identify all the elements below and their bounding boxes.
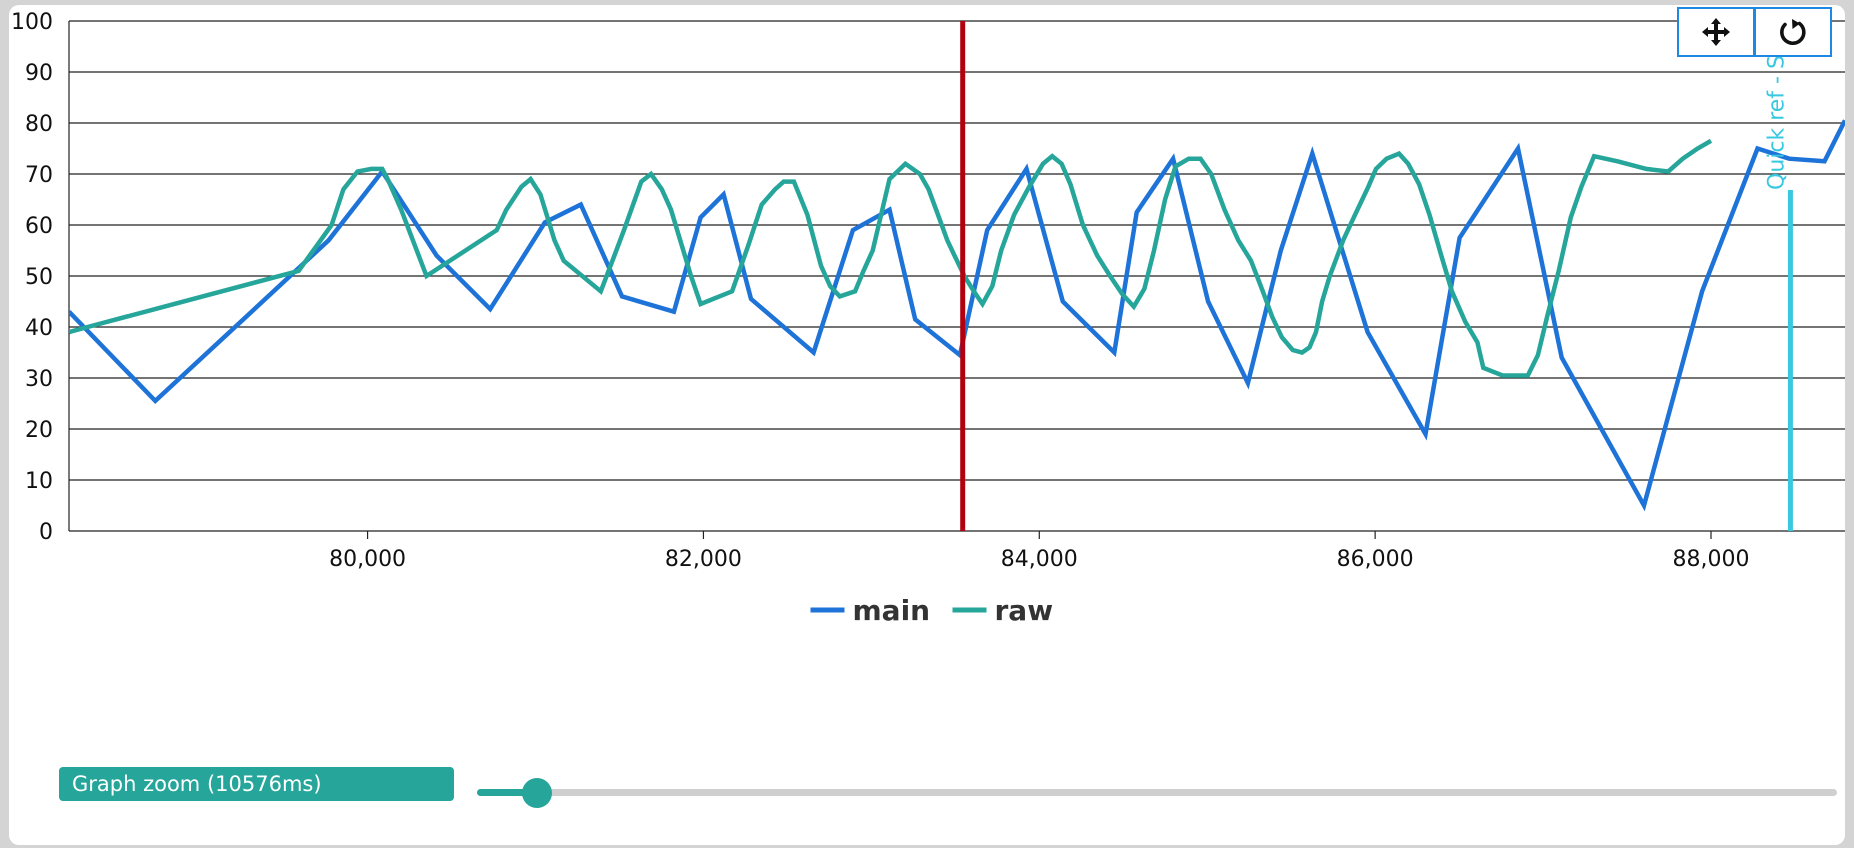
marker-label: Quick ref - St bbox=[1764, 46, 1789, 190]
x-tick-label: 84,000 bbox=[1001, 547, 1078, 572]
y-tick-label: 90 bbox=[25, 61, 53, 86]
zoom-slider-thumb[interactable] bbox=[521, 778, 552, 808]
pan-button[interactable] bbox=[1677, 7, 1755, 57]
chart-panel: 0 10 20 30 40 50 60 70 80 90 100 80,000 82,000 84,000… bbox=[9, 5, 1845, 845]
reset-button[interactable] bbox=[1754, 7, 1832, 57]
graph-zoom-label: Graph zoom (10576ms) bbox=[59, 767, 454, 801]
y-tick-label: 60 bbox=[25, 214, 53, 239]
y-tick-label: 70 bbox=[25, 163, 53, 188]
y-tick-label: 30 bbox=[25, 367, 53, 392]
move-arrows-icon bbox=[1702, 18, 1730, 46]
x-tick-label: 88,000 bbox=[1673, 547, 1750, 572]
line-chart: 0 10 20 30 40 50 60 70 80 90 100 80,000 82,000 84,000… bbox=[11, 10, 1845, 627]
legend-label-raw: raw bbox=[995, 594, 1054, 627]
y-tick-label: 100 bbox=[11, 10, 53, 35]
y-tick-label: 80 bbox=[25, 112, 53, 137]
x-tick-label: 80,000 bbox=[329, 547, 406, 572]
y-tick-label: 40 bbox=[25, 316, 53, 341]
y-tick-label: 10 bbox=[25, 469, 53, 494]
y-tick-label: 20 bbox=[25, 418, 53, 443]
zoom-slider[interactable] bbox=[477, 778, 1837, 808]
x-tick-label: 86,000 bbox=[1337, 547, 1414, 572]
legend-label-main: main bbox=[853, 594, 931, 627]
y-tick-label: 50 bbox=[25, 265, 53, 290]
series-line-raw bbox=[69, 138, 1713, 378]
x-tick-label: 82,000 bbox=[665, 547, 742, 572]
series-line-main bbox=[69, 119, 1845, 512]
refresh-icon bbox=[1780, 19, 1806, 46]
y-tick-label: 0 bbox=[39, 520, 53, 545]
